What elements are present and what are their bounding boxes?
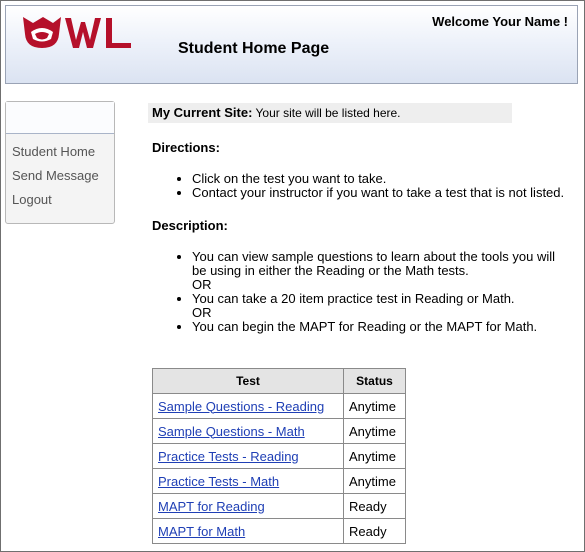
page-header: Welcome Your Name ! Student Home Page bbox=[5, 5, 578, 84]
sidebar: Student Home Send Message Logout bbox=[5, 101, 115, 224]
description-list: You can view sample questions to learn a… bbox=[148, 250, 568, 334]
welcome-message: Welcome Your Name ! bbox=[432, 14, 568, 29]
page-title: Student Home Page bbox=[178, 40, 330, 57]
sidebar-header bbox=[6, 102, 114, 134]
list-item-text: You can begin the MAPT for Reading or th… bbox=[192, 319, 538, 334]
status-cell: Ready bbox=[343, 493, 406, 519]
test-link-mapt-math[interactable]: MAPT for Math bbox=[158, 524, 245, 539]
status-cell: Anytime bbox=[343, 443, 406, 469]
table-row: MAPT for Math Ready bbox=[152, 518, 406, 544]
status-cell: Anytime bbox=[343, 418, 406, 444]
test-link-sample-questions-reading[interactable]: Sample Questions - Reading bbox=[158, 399, 324, 414]
table-header-row: Test Status bbox=[152, 368, 406, 394]
current-site-bar: My Current Site: Your site will be liste… bbox=[148, 103, 512, 123]
test-cell: Sample Questions - Reading bbox=[152, 393, 344, 419]
table-row: Practice Tests - Math Anytime bbox=[152, 468, 406, 494]
status-cell: Anytime bbox=[343, 393, 406, 419]
or-separator: OR bbox=[192, 305, 212, 320]
list-item: You can view sample questions to learn a… bbox=[192, 250, 568, 292]
table-row: Sample Questions - Math Anytime bbox=[152, 418, 406, 444]
or-separator: OR bbox=[192, 277, 212, 292]
test-link-practice-tests-reading[interactable]: Practice Tests - Reading bbox=[158, 449, 299, 464]
sidebar-item-logout[interactable]: Logout bbox=[6, 188, 114, 212]
current-site-value: Your site will be listed here. bbox=[255, 106, 401, 120]
sidebar-nav: Student Home Send Message Logout bbox=[6, 134, 114, 212]
test-cell: MAPT for Math bbox=[152, 518, 344, 544]
owl-logo bbox=[21, 12, 136, 56]
list-item: You can begin the MAPT for Reading or th… bbox=[192, 320, 568, 334]
test-link-mapt-reading[interactable]: MAPT for Reading bbox=[158, 499, 265, 514]
table-row: Sample Questions - Reading Anytime bbox=[152, 393, 406, 419]
table-row: MAPT for Reading Ready bbox=[152, 493, 406, 519]
test-cell: MAPT for Reading bbox=[152, 493, 344, 519]
test-link-sample-questions-math[interactable]: Sample Questions - Math bbox=[158, 424, 305, 439]
list-item-text: You can take a 20 item practice test in … bbox=[192, 291, 515, 306]
directions-title: Directions: bbox=[152, 140, 220, 155]
table-row: Practice Tests - Reading Anytime bbox=[152, 443, 406, 469]
sidebar-item-student-home[interactable]: Student Home bbox=[6, 140, 114, 164]
sidebar-item-send-message[interactable]: Send Message bbox=[6, 164, 114, 188]
list-item: Click on the test you want to take. bbox=[192, 172, 568, 186]
test-link-practice-tests-math[interactable]: Practice Tests - Math bbox=[158, 474, 279, 489]
current-site-label: My Current Site: bbox=[152, 105, 253, 120]
list-item: Contact your instructor if you want to t… bbox=[192, 186, 568, 200]
status-cell: Anytime bbox=[343, 468, 406, 494]
list-item-text: You can view sample questions to learn a… bbox=[192, 249, 556, 278]
directions-list: Click on the test you want to take. Cont… bbox=[148, 172, 568, 200]
status-cell: Ready bbox=[343, 518, 406, 544]
tests-table: Test Status Sample Questions - Reading A… bbox=[152, 368, 406, 544]
list-item: You can take a 20 item practice test in … bbox=[192, 292, 568, 320]
description-title: Description: bbox=[152, 218, 228, 233]
test-cell: Practice Tests - Reading bbox=[152, 443, 344, 469]
main-content: My Current Site: Your site will be liste… bbox=[148, 103, 568, 334]
column-header-test: Test bbox=[152, 368, 344, 394]
column-header-status: Status bbox=[343, 368, 406, 394]
test-cell: Sample Questions - Math bbox=[152, 418, 344, 444]
test-cell: Practice Tests - Math bbox=[152, 468, 344, 494]
